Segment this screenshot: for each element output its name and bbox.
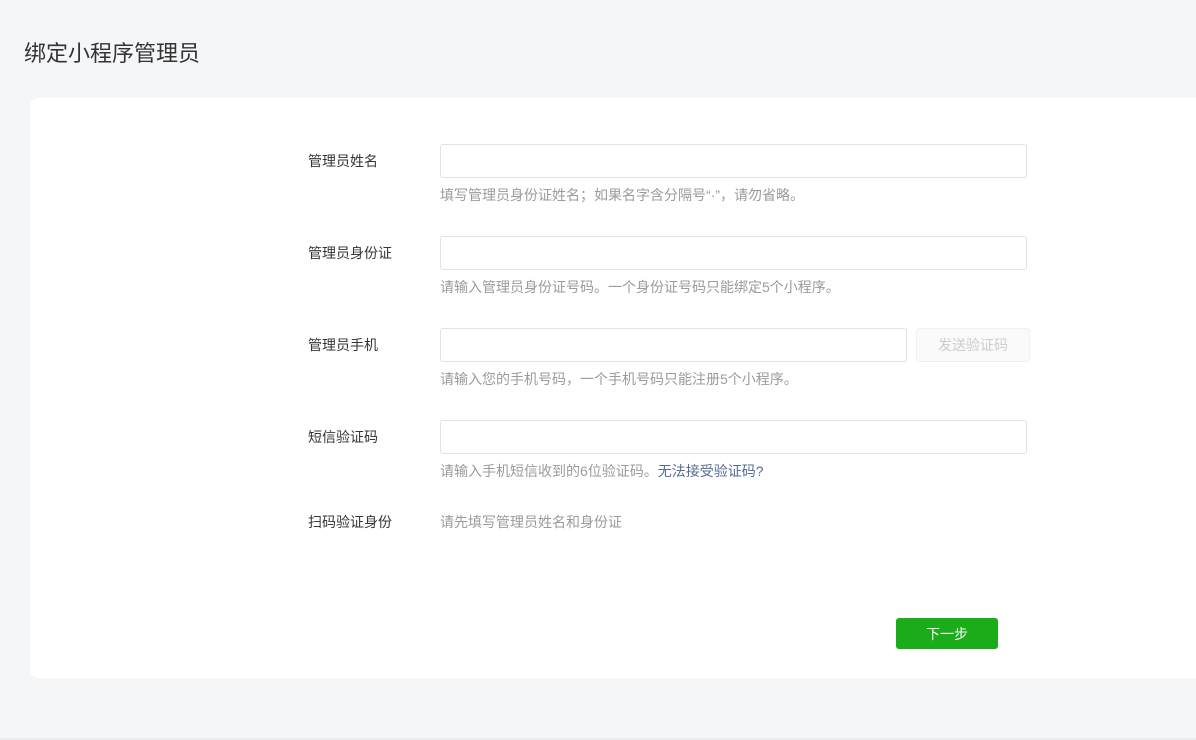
admin-name-label: 管理员姓名 [308,144,440,178]
form-row-admin-phone: 管理员手机 发送验证码 请输入您的手机号码，一个手机号码只能注册5个小程序。 [308,328,1196,389]
sms-code-input[interactable] [440,420,1027,454]
sms-code-hint-text: 请输入手机短信收到的6位验证码。 [440,463,658,479]
cannot-receive-code-link[interactable]: 无法接受验证码? [658,463,764,479]
scan-verify-status-text: 请先填写管理员姓名和身份证 [440,512,1196,532]
admin-phone-hint: 请输入您的手机号码，一个手机号码只能注册5个小程序。 [440,369,1196,389]
form-row-sms-code: 短信验证码 请输入手机短信收到的6位验证码。无法接受验证码? [308,420,1196,481]
sms-code-label: 短信验证码 [308,420,440,454]
admin-name-input[interactable] [440,144,1027,178]
admin-idcard-input[interactable] [440,236,1027,270]
bind-admin-form: 管理员姓名 填写管理员身份证姓名；如果名字含分隔号“·”，请勿省略。 管理员身份… [30,98,1196,649]
page-header: 绑定小程序管理员 [0,0,1196,98]
form-row-scan-verify: 扫码验证身份 请先填写管理员姓名和身份证 [308,512,1196,532]
send-code-button[interactable]: 发送验证码 [916,328,1030,362]
submit-row: 下一步 [586,618,1196,649]
form-row-admin-idcard: 管理员身份证 请输入管理员身份证号码。一个身份证号码只能绑定5个小程序。 [308,236,1196,297]
admin-phone-input[interactable] [440,328,907,362]
sms-code-hint: 请输入手机短信收到的6位验证码。无法接受验证码? [440,461,1196,481]
next-step-button[interactable]: 下一步 [896,618,998,649]
admin-phone-label: 管理员手机 [308,328,440,362]
scan-verify-label: 扫码验证身份 [308,512,440,532]
form-card: 管理员姓名 填写管理员身份证姓名；如果名字含分隔号“·”，请勿省略。 管理员身份… [30,98,1196,678]
page-title: 绑定小程序管理员 [24,40,1172,68]
admin-idcard-hint: 请输入管理员身份证号码。一个身份证号码只能绑定5个小程序。 [440,277,1196,297]
form-row-admin-name: 管理员姓名 填写管理员身份证姓名；如果名字含分隔号“·”，请勿省略。 [308,144,1196,205]
admin-idcard-label: 管理员身份证 [308,236,440,270]
admin-name-hint: 填写管理员身份证姓名；如果名字含分隔号“·”，请勿省略。 [440,185,1196,205]
